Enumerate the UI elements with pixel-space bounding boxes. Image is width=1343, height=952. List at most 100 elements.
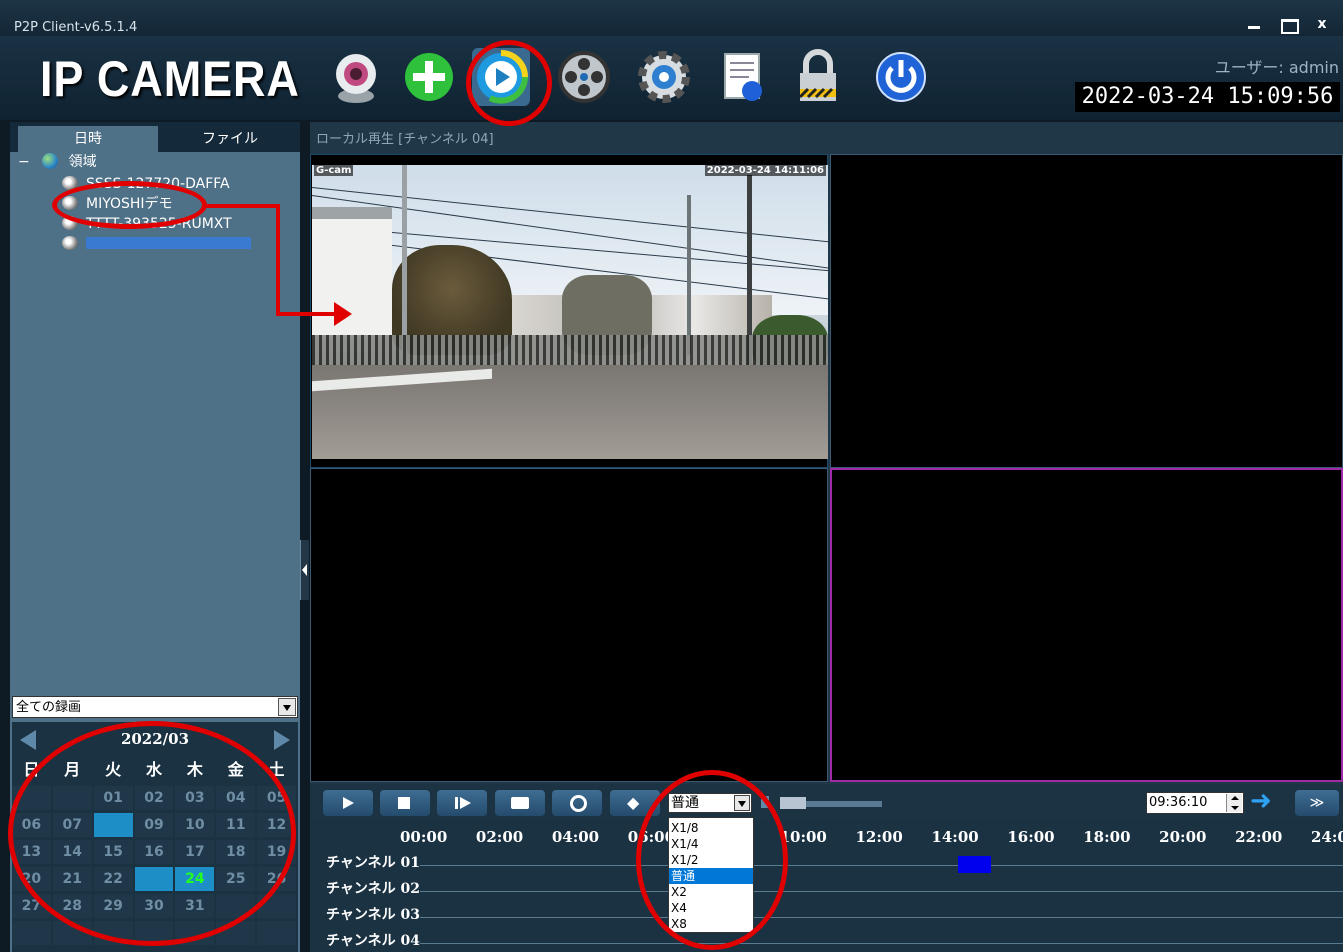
calendar-day[interactable]: 21 bbox=[52, 867, 92, 891]
maximize-button[interactable] bbox=[1272, 14, 1304, 36]
calendar-day[interactable]: 14 bbox=[52, 840, 92, 864]
annotation-arrow bbox=[276, 204, 280, 316]
calendar-day[interactable]: 18 bbox=[216, 840, 256, 864]
expand-button[interactable]: ≫ bbox=[1295, 790, 1339, 816]
device-item[interactable]: MIYOSHIデモ bbox=[62, 194, 173, 214]
calendar-day[interactable]: 11 bbox=[216, 813, 256, 837]
lock-icon[interactable] bbox=[787, 46, 849, 108]
calendar-day[interactable]: 25 bbox=[216, 867, 256, 891]
device-name: TTTT-393525-RUMXT bbox=[86, 216, 232, 232]
log-icon[interactable] bbox=[711, 46, 773, 108]
sidebar-collapse-handle[interactable] bbox=[300, 540, 309, 600]
calendar-day-empty bbox=[134, 921, 174, 945]
collapse-icon[interactable]: − bbox=[18, 154, 30, 170]
calendar-header: 2022/03 bbox=[12, 722, 298, 756]
calendar-day[interactable]: 07 bbox=[52, 813, 92, 837]
video-pane-3[interactable] bbox=[310, 468, 828, 782]
calendar-day[interactable]: 16 bbox=[134, 840, 174, 864]
timeline-channel-row[interactable]: チャンネル 04 bbox=[310, 926, 1343, 952]
timeline-channel-row[interactable]: チャンネル 03 bbox=[310, 900, 1343, 926]
device-item[interactable] bbox=[62, 234, 251, 254]
calendar-day[interactable]: 08 bbox=[93, 813, 133, 837]
timeline-hour-label: 24:00 bbox=[1311, 828, 1343, 846]
gear-icon[interactable] bbox=[633, 46, 695, 108]
timeline[interactable]: 00:0002:0004:0006:0008:0010:0012:0014:00… bbox=[310, 820, 1343, 952]
time-spinner[interactable] bbox=[1226, 794, 1242, 812]
tab-date[interactable]: 日時 bbox=[18, 126, 158, 152]
speed-option[interactable]: X2 bbox=[669, 884, 753, 900]
calendar-day[interactable]: 17 bbox=[175, 840, 215, 864]
calendar-day[interactable]: 10 bbox=[175, 813, 215, 837]
speed-option[interactable]: X4 bbox=[669, 900, 753, 916]
timeline-channel-row[interactable]: チャンネル 02 bbox=[310, 874, 1343, 900]
speed-option[interactable]: 普通 bbox=[669, 868, 753, 884]
calendar-day[interactable]: 30 bbox=[134, 894, 174, 918]
power-icon[interactable] bbox=[870, 46, 932, 108]
video-pane-4[interactable] bbox=[830, 468, 1343, 782]
speed-option[interactable]: X1/2 bbox=[669, 852, 753, 868]
tree-root-label: 領域 bbox=[68, 154, 97, 170]
calendar-weekday: 火 bbox=[105, 760, 122, 779]
calendar-day[interactable]: 04 bbox=[216, 786, 256, 810]
speed-option[interactable]: X8 bbox=[669, 916, 753, 932]
calendar-day[interactable]: 03 bbox=[175, 786, 215, 810]
snapshot-button[interactable] bbox=[495, 790, 545, 816]
calendar-day[interactable]: 15 bbox=[93, 840, 133, 864]
datetime-display: 2022-03-24 15:09:56 bbox=[1075, 82, 1340, 112]
calendar-day[interactable]: 31 bbox=[175, 894, 215, 918]
camera-frame: G-cam 2022-03-24 14:11:06 bbox=[312, 165, 828, 459]
tree-root[interactable]: − 領域 bbox=[18, 152, 97, 172]
calendar-day[interactable]: 27 bbox=[12, 894, 51, 918]
calendar-day[interactable]: 02 bbox=[134, 786, 174, 810]
jump-time-input[interactable]: 09:36:10 bbox=[1146, 792, 1244, 814]
calendar-day[interactable]: 23 bbox=[134, 867, 174, 891]
calendar-day[interactable]: 13 bbox=[12, 840, 51, 864]
zoom-button[interactable] bbox=[552, 790, 602, 816]
calendar-day[interactable]: 05 bbox=[257, 786, 296, 810]
record-type-select[interactable]: 全ての録画 bbox=[12, 696, 298, 718]
step-forward-button[interactable] bbox=[437, 790, 487, 816]
timeline-channel-row[interactable]: チャンネル 01 bbox=[310, 848, 1343, 874]
calendar-day[interactable]: 19 bbox=[257, 840, 296, 864]
video-pane-1[interactable]: G-cam 2022-03-24 14:11:06 bbox=[310, 154, 828, 468]
minimize-button[interactable] bbox=[1238, 14, 1270, 36]
close-button[interactable]: x bbox=[1306, 14, 1338, 36]
device-item[interactable]: SSSS-127720-DAFFA bbox=[62, 174, 230, 194]
video-pane-2[interactable] bbox=[830, 154, 1343, 468]
recording-segment[interactable] bbox=[958, 856, 992, 873]
calendar-day[interactable]: 12 bbox=[257, 813, 296, 837]
calendar-day[interactable]: 06 bbox=[12, 813, 51, 837]
volume-slider-thumb[interactable] bbox=[780, 797, 806, 809]
calendar-day[interactable]: 20 bbox=[12, 867, 51, 891]
speed-option[interactable]: X1/8 bbox=[669, 820, 753, 836]
webcam-icon[interactable] bbox=[325, 46, 387, 108]
calendar-day[interactable]: 28 bbox=[52, 894, 92, 918]
calendar-day[interactable]: 24 bbox=[175, 867, 215, 891]
play-icon[interactable] bbox=[470, 46, 532, 108]
timeline-channel-label: チャンネル 04 bbox=[326, 933, 420, 949]
tab-file[interactable]: ファイル bbox=[160, 126, 300, 152]
calendar-day[interactable]: 09 bbox=[134, 813, 174, 837]
ptz-button[interactable] bbox=[610, 790, 660, 816]
film-reel-icon[interactable] bbox=[553, 46, 615, 108]
calendar-day[interactable]: 01 bbox=[93, 786, 133, 810]
add-icon[interactable] bbox=[398, 46, 460, 108]
speed-options-list: X1/8 X1/4 X1/2 普通 X2 X4 X8 bbox=[668, 817, 754, 933]
device-item[interactable]: TTTT-393525-RUMXT bbox=[62, 214, 232, 234]
camera-icon bbox=[62, 196, 78, 210]
speed-option[interactable]: X1/4 bbox=[669, 836, 753, 852]
timeline-hour-label: 10:00 bbox=[779, 828, 827, 846]
go-arrow-icon[interactable]: ➜ bbox=[1250, 788, 1280, 814]
calendar-day[interactable]: 22 bbox=[93, 867, 133, 891]
calendar-day-empty bbox=[216, 894, 256, 918]
calendar-day[interactable]: 26 bbox=[257, 867, 296, 891]
next-month-icon[interactable] bbox=[274, 730, 290, 750]
chevron-down-icon[interactable] bbox=[278, 698, 296, 716]
play-button[interactable] bbox=[323, 790, 373, 816]
stop-button[interactable] bbox=[380, 790, 430, 816]
timeline-hour-label: 18:00 bbox=[1083, 828, 1131, 846]
speed-select[interactable]: 普通 bbox=[668, 793, 752, 813]
chevron-down-icon[interactable] bbox=[734, 795, 750, 811]
calendar-day[interactable]: 29 bbox=[93, 894, 133, 918]
speaker-icon[interactable] bbox=[761, 796, 769, 808]
